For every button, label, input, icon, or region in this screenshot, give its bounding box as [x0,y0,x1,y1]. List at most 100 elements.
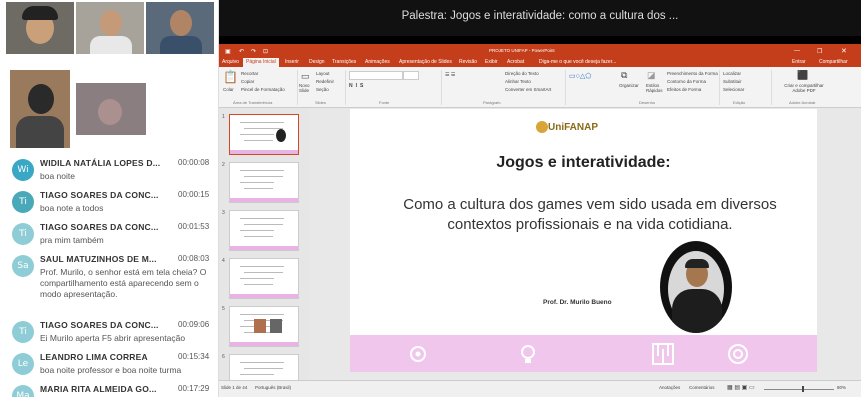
comments-button[interactable]: Comentários [689,385,715,390]
bullets-icon[interactable]: ☰ ☰ [445,72,455,78]
tab-insert[interactable]: Inserir [285,59,299,65]
start-slideshow-icon[interactable]: ⊡ [263,48,268,55]
speaker-photo [660,241,732,333]
save-icon[interactable]: ▣ [225,48,231,55]
ribbon-tabs: Arquivo Página Inicial Inserir Design Tr… [219,58,861,67]
arrange-button[interactable]: Organizar [619,83,639,88]
presentation-title-bar: Palestra: Jogos e interatividade: como a… [219,0,861,36]
copy-button[interactable]: Copiar [241,79,254,84]
create-pdf-button[interactable]: Criar e compartilhar Adobe PDF [779,83,829,93]
minimize-icon[interactable]: — [794,48,800,54]
slide-canvas[interactable]: UniFANAP Jogos e interatividade: Como a … [350,109,817,372]
slide-thumbnail[interactable] [229,210,299,251]
zoom-level[interactable]: 80% [837,385,846,390]
chat-sender: MARIA RITA ALMEIDA GO... [40,384,157,394]
tab-slideshow[interactable]: Apresentação de Slides [399,59,452,65]
view-buttons[interactable]: ▦ ▤ ▣ ▭ [727,384,755,391]
undo-icon[interactable]: ↶ [239,48,244,55]
reset-button[interactable]: Redefinir [316,79,334,84]
participant-video-2[interactable] [76,2,144,54]
chat-sender: TIAGO SOARES DA CONC... [40,222,159,232]
slide-thumbnail[interactable] [229,306,299,347]
tab-view[interactable]: Exibir [485,59,498,65]
paste-icon: 📋 [223,70,238,84]
shape-fill-button[interactable]: Preenchimento da Forma [667,71,718,76]
chat-sender: TIAGO SOARES DA CONC... [40,320,159,330]
font-size-select[interactable] [403,71,419,80]
participant-video-3[interactable] [146,2,214,54]
share-button[interactable]: Compartilhar [819,59,848,65]
avatar: Ti [12,223,34,245]
slide-thumbnail-pane: 1 2 3 4 5 6 [219,108,309,395]
paste-button[interactable]: Colar [223,87,234,92]
notes-button[interactable]: Anotações [659,385,680,390]
tab-transitions[interactable]: Transições [332,59,356,65]
section-button[interactable]: Seção [316,87,329,92]
select-button[interactable]: Selecionar [723,87,744,92]
new-slide-button[interactable]: Novo Slide [299,83,313,93]
maximize-icon[interactable]: ❐ [817,48,822,55]
participant-video-1[interactable] [6,2,74,54]
tab-home[interactable]: Página Inicial [243,58,279,67]
slide-thumbnail[interactable] [229,114,299,155]
slide-thumbnail[interactable] [229,162,299,203]
zoom-slider-thumb[interactable] [802,386,804,392]
tab-file[interactable]: Arquivo [222,59,239,65]
find-button[interactable]: Localizar [723,71,741,76]
group-clipboard: Área de Transferência [233,100,273,105]
chat-time: 00:00:08 [178,158,210,167]
replace-button[interactable]: Substituir [723,79,742,84]
group-acrobat: Adobe Acrobat [789,100,816,105]
avatar: Wi [12,159,34,181]
cut-button[interactable]: Recortar [241,71,258,76]
font-name-select[interactable] [349,71,403,80]
tell-me-search[interactable]: Diga-me o que você deseja fazer... [539,59,616,65]
align-text-button[interactable]: Alinhar Texto [505,79,531,84]
group-editing: Edição [733,100,746,105]
slide-thumbnail-number: 2 [222,162,225,168]
chat-sender: WIDILA NATÁLIA LOPES D... [40,158,161,168]
shape-effects-button[interactable]: Efeitos de Forma [667,87,701,92]
chat-time: 00:08:03 [178,254,210,263]
tab-acrobat[interactable]: Acrobat [507,59,524,65]
redo-icon[interactable]: ↷ [251,48,256,55]
language-indicator[interactable]: Português (Brasil) [255,385,291,390]
divider [219,36,861,44]
zoom-slider[interactable] [764,389,834,390]
chat-time: 00:00:15 [178,190,210,199]
maze-icon [652,343,674,365]
layout-button[interactable]: Layout [316,71,330,76]
slide-thumbnail-number: 6 [222,354,225,360]
avatar: Sa [12,255,34,277]
new-slide-icon: ▭ [301,71,310,81]
group-slides: Slides [315,100,326,105]
participant-video-4[interactable] [10,70,70,148]
sign-in-link[interactable]: Entrar [792,59,806,65]
tab-design[interactable]: Design [309,59,325,65]
chat-time: 00:15:34 [178,352,210,361]
chat-text: Prof. Murilo, o senhor está em tela chei… [40,267,207,299]
participant-video-5[interactable] [76,83,146,135]
chat-sender: LEANDRO LIMA CORREA [40,352,148,362]
text-direction-button[interactable]: Direção do Texto [505,71,539,76]
format-painter-button[interactable]: Pincel de Formatação [241,87,285,92]
tab-animations[interactable]: Animações [365,59,390,65]
chat-text: pra mim também [40,235,104,245]
slide-author: Prof. Dr. Murilo Bueno [543,299,612,306]
slide-thumbnail-number: 3 [222,210,225,216]
shapes-gallery-icon[interactable]: ▭○△⬠ [569,72,591,80]
adobe-pdf-icon: ⬛ [797,70,809,80]
convert-smartart-button[interactable]: Converter em SmartArt [505,87,551,92]
arrange-icon: ⧉ [621,70,628,80]
window-title: PROJETO UNIFAP - PowerPoint [489,48,555,53]
tab-review[interactable]: Revisão [459,59,477,65]
shape-outline-button[interactable]: Contorno da Forma [667,79,706,84]
font-style-buttons[interactable]: NIS [349,83,366,89]
chat-time: 00:01:53 [178,222,210,231]
chat-text: boa note a todos [40,203,104,213]
group-drawing: Desenho [639,100,656,105]
close-icon[interactable]: ✕ [841,47,847,55]
slide-thumbnail-number: 1 [222,114,225,120]
quick-styles-button[interactable]: Estilos Rápidos [646,83,664,93]
slide-thumbnail[interactable] [229,258,299,299]
